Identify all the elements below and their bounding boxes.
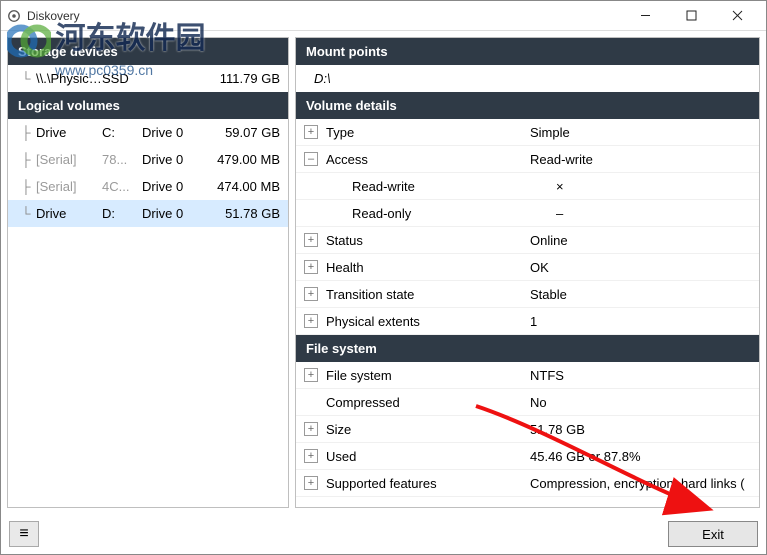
app-icon xyxy=(7,9,21,23)
vol-device: Drive 0 xyxy=(142,125,202,140)
detail-row: + Size51.78 GB xyxy=(296,416,759,443)
vol-letter: D: xyxy=(102,206,142,221)
device-name: \\.\Physical... xyxy=(36,71,102,86)
vol-kind: [Serial] xyxy=(36,179,102,194)
detail-value: 45.46 GB or 87.8% xyxy=(530,449,751,464)
detail-row: + TypeSimple xyxy=(296,119,759,146)
right-panel: Mount points D:\ Volume details + TypeSim… xyxy=(295,37,760,508)
left-panel: Storage devices └ \\.\Physical... SSD 11… xyxy=(7,37,289,508)
window-title: Diskovery xyxy=(27,9,622,23)
detail-row: + File systemNTFS xyxy=(296,362,759,389)
expand-icon[interactable]: + xyxy=(304,287,318,301)
expand-icon[interactable]: + xyxy=(304,233,318,247)
detail-label: Used xyxy=(326,449,530,464)
detail-row: –AccessRead-write xyxy=(296,146,759,173)
detail-value: Online xyxy=(530,233,751,248)
detail-label: Read-only xyxy=(352,206,556,221)
detail-label: Status xyxy=(326,233,530,248)
titlebar: Diskovery xyxy=(1,1,766,31)
exit-button[interactable]: Exit xyxy=(668,521,758,547)
detail-label: Access xyxy=(326,152,530,167)
volume-details-header: Volume details xyxy=(296,92,759,119)
vol-kind: Drive xyxy=(36,125,102,140)
tree-line: ├ xyxy=(16,152,36,167)
detail-value: NTFS xyxy=(530,368,751,383)
logical-volumes-header: Logical volumes xyxy=(8,92,288,119)
vol-size: 479.00 MB xyxy=(202,152,280,167)
vol-size: 51.78 GB xyxy=(202,206,280,221)
expand-icon[interactable]: + xyxy=(304,260,318,274)
detail-label: Supported features xyxy=(326,476,530,491)
expander-placeholder xyxy=(304,395,318,409)
vol-size: 59.07 GB xyxy=(202,125,280,140)
expand-icon[interactable]: + xyxy=(304,125,318,139)
detail-value: Read-write xyxy=(530,152,751,167)
menu-button[interactable]: ≡ xyxy=(9,521,39,547)
volume-row[interactable]: ├[Serial]78...Drive 0479.00 MB xyxy=(8,146,288,173)
device-type: SSD xyxy=(102,71,202,86)
tree-line: └ xyxy=(16,71,36,86)
close-button[interactable] xyxy=(714,1,760,31)
detail-label: Physical extents xyxy=(326,314,530,329)
detail-row: + Transition stateStable xyxy=(296,281,759,308)
expand-icon[interactable]: + xyxy=(304,314,318,328)
detail-label: File system xyxy=(326,368,530,383)
bottom-bar: ≡ Exit xyxy=(1,514,766,554)
detail-label: Type xyxy=(326,125,530,140)
detail-label: Health xyxy=(326,260,530,275)
vol-letter: 78... xyxy=(102,152,142,167)
tree-line: └ xyxy=(16,206,36,221)
detail-row: + Physical extents1 xyxy=(296,308,759,335)
tree-line: ├ xyxy=(16,125,36,140)
detail-value: OK xyxy=(530,260,751,275)
detail-value: – xyxy=(556,206,751,221)
detail-value: Compression, encryption, hard links ( xyxy=(530,476,751,491)
detail-label: Transition state xyxy=(326,287,530,302)
mount-points-header: Mount points xyxy=(296,38,759,65)
expand-icon[interactable]: + xyxy=(304,368,318,382)
expander-placeholder xyxy=(304,179,318,193)
detail-value: Stable xyxy=(530,287,751,302)
detail-row: + HealthOK xyxy=(296,254,759,281)
vol-device: Drive 0 xyxy=(142,179,202,194)
collapse-icon[interactable]: – xyxy=(304,152,318,166)
detail-row: Read-write× xyxy=(296,173,759,200)
vol-device: Drive 0 xyxy=(142,206,202,221)
file-system-header: File system xyxy=(296,335,759,362)
volume-row[interactable]: ├DriveC:Drive 059.07 GB xyxy=(8,119,288,146)
volume-row[interactable]: └DriveD:Drive 051.78 GB xyxy=(8,200,288,227)
detail-value: Simple xyxy=(530,125,751,140)
detail-label: Size xyxy=(326,422,530,437)
expand-icon[interactable]: + xyxy=(304,422,318,436)
vol-device: Drive 0 xyxy=(142,152,202,167)
device-size: 111.79 GB xyxy=(202,71,280,86)
detail-row: + Used45.46 GB or 87.8% xyxy=(296,443,759,470)
tree-line: ├ xyxy=(16,179,36,194)
vol-size: 474.00 MB xyxy=(202,179,280,194)
expand-icon[interactable]: + xyxy=(304,476,318,490)
detail-label: Read-write xyxy=(352,179,556,194)
expander-placeholder xyxy=(304,206,318,220)
vol-letter: C: xyxy=(102,125,142,140)
detail-row: + StatusOnline xyxy=(296,227,759,254)
vol-kind: [Serial] xyxy=(36,152,102,167)
detail-value: 1 xyxy=(530,314,751,329)
detail-value: 51.78 GB xyxy=(530,422,751,437)
mount-point-value: D:\ xyxy=(296,65,759,92)
storage-device-row[interactable]: └ \\.\Physical... SSD 111.79 GB xyxy=(8,65,288,92)
detail-value: No xyxy=(530,395,751,410)
vol-letter: 4C... xyxy=(102,179,142,194)
detail-row: CompressedNo xyxy=(296,389,759,416)
volume-row[interactable]: ├[Serial]4C...Drive 0474.00 MB xyxy=(8,173,288,200)
expand-icon[interactable]: + xyxy=(304,449,318,463)
minimize-button[interactable] xyxy=(622,1,668,31)
detail-label: Compressed xyxy=(326,395,530,410)
storage-devices-header: Storage devices xyxy=(8,38,288,65)
detail-row: + Supported featuresCompression, encrypti… xyxy=(296,470,759,497)
detail-value: × xyxy=(556,179,751,194)
detail-row: Read-only– xyxy=(296,200,759,227)
vol-kind: Drive xyxy=(36,206,102,221)
maximize-button[interactable] xyxy=(668,1,714,31)
